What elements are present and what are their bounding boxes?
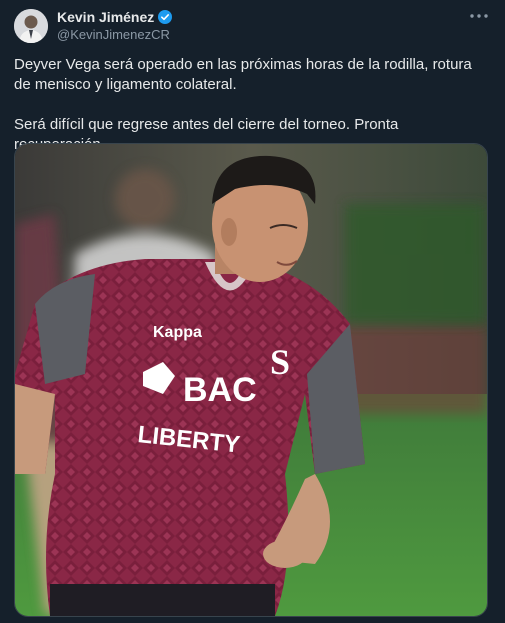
avatar[interactable] — [14, 9, 48, 43]
tweet-photo[interactable]: Kappa S BAC LIBERTY — [14, 143, 488, 617]
soccer-player-photo: Kappa S BAC LIBERTY — [15, 144, 487, 616]
avatar-photo — [14, 9, 48, 43]
jersey-crest: S — [270, 342, 290, 382]
author-display-name[interactable]: Kevin Jiménez — [57, 9, 154, 25]
author-handle[interactable]: @KevinJimenezCR — [57, 27, 170, 42]
verified-badge-icon — [158, 10, 173, 24]
tweet-card: Kevin Jiménez @KevinJimenezCR Deyver Veg… — [0, 0, 505, 623]
jersey-sponsor-line-1: BAC — [183, 371, 257, 409]
more-options-icon[interactable] — [467, 8, 491, 24]
kit-brand-label: Kappa — [153, 324, 202, 341]
tweet-text: Deyver Vega será operado en las próximas… — [14, 55, 492, 155]
author-name-row: Kevin Jiménez — [57, 9, 173, 25]
tweet-paragraph-1: Deyver Vega será operado en las próximas… — [14, 56, 472, 93]
